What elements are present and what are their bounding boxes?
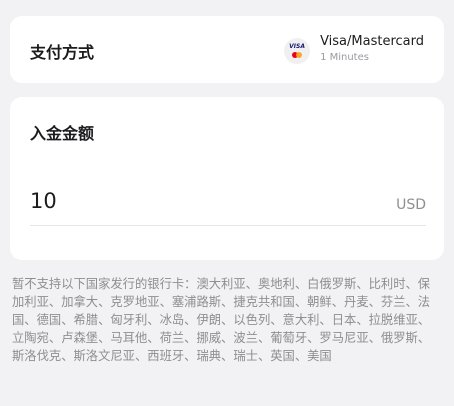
payment-method-name: Visa/Mastercard	[320, 34, 424, 49]
payment-method-card[interactable]: 支付方式 VISA Visa/Mastercard 1 Minutes	[10, 16, 444, 83]
amount-value[interactable]: 10	[30, 189, 57, 213]
deposit-amount-card: 入金金额 10 USD	[10, 97, 444, 260]
payment-method-time: 1 Minutes	[320, 52, 369, 63]
visa-mastercard-icon: VISA	[284, 38, 311, 64]
deposit-amount-title: 入金金额	[30, 124, 95, 143]
currency-label: USD	[396, 197, 426, 213]
payment-method-label: 支付方式	[30, 43, 95, 62]
payment-method-selector[interactable]: VISA Visa/Mastercard 1 Minutes	[284, 34, 424, 65]
amount-input[interactable]: 10 USD	[30, 185, 426, 226]
payment-method-info: Visa/Mastercard 1 Minutes	[320, 34, 424, 65]
visa-logo-text: VISA	[289, 43, 305, 50]
unsupported-countries-notice: 暂不支持以下国家发行的银行卡：澳大利亚、奥地利、白俄罗斯、比利时、保加利亚、加拿…	[12, 277, 431, 363]
mastercard-icon	[292, 52, 303, 58]
